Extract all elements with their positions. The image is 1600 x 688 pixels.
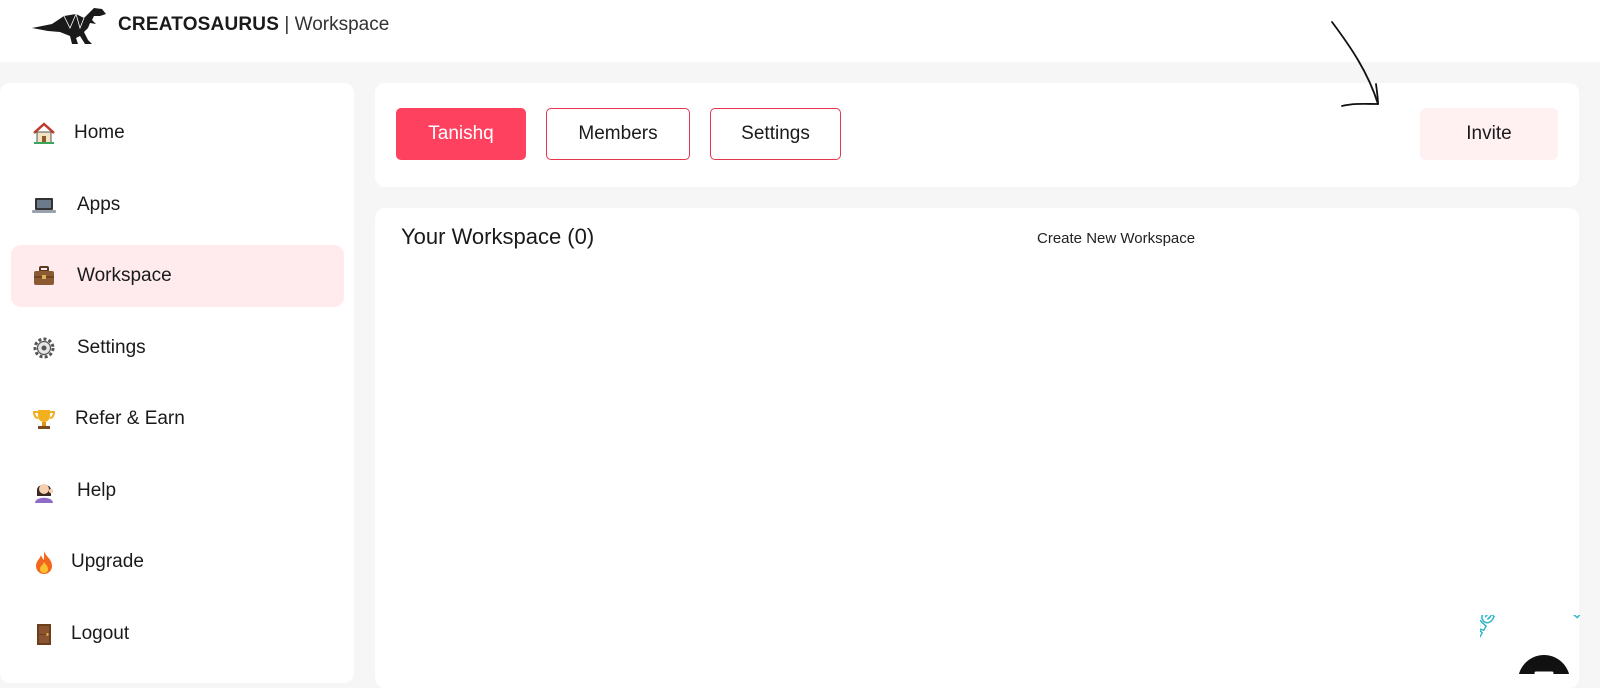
chat-help-badge[interactable]: We Are Here!: [1480, 615, 1600, 674]
sidebar-item-home[interactable]: Home: [11, 102, 344, 164]
sidebar-item-label: Home: [74, 122, 125, 143]
sidebar-item-settings[interactable]: Settings: [11, 317, 344, 379]
fire-icon: [36, 551, 52, 574]
sidebar-item-label: Help: [77, 480, 117, 501]
sidebar-item-refer-earn[interactable]: Refer & Earn: [11, 388, 344, 450]
tab-settings[interactable]: Settings: [710, 108, 841, 160]
sidebar-item-label: Settings: [77, 337, 146, 358]
create-new-workspace-link[interactable]: Create New Workspace: [1037, 230, 1195, 248]
sidebar: Home Apps Workspace Settings Refer & Ear…: [0, 83, 354, 683]
workspace-count-heading: Your Workspace (0): [401, 224, 595, 249]
sidebar-item-logout[interactable]: Logout: [11, 603, 344, 665]
chat-bubble-icon: We Are Here!: [1480, 615, 1590, 674]
door-icon: [37, 624, 51, 645]
tab-members[interactable]: Members: [546, 108, 690, 160]
brand-section: Workspace: [294, 14, 390, 35]
sidebar-item-label: Apps: [77, 194, 121, 215]
help-badge-text: We Are Here!: [1480, 615, 1590, 642]
brand-name: CREATOSAURUS: [118, 14, 280, 35]
person-tipping-hand-icon: [35, 484, 54, 503]
dinosaur-logo-icon[interactable]: [30, 6, 108, 46]
sidebar-item-help[interactable]: Help: [11, 460, 344, 522]
laptop-icon: [32, 198, 56, 213]
brand-separator: |: [284, 14, 290, 35]
sidebar-item-upgrade[interactable]: Upgrade: [11, 531, 344, 593]
briefcase-icon: [34, 266, 54, 285]
invite-button[interactable]: Invite: [1420, 108, 1558, 160]
sidebar-item-workspace[interactable]: Workspace: [11, 245, 344, 307]
gear-icon: [33, 337, 55, 359]
trophy-icon: [32, 410, 56, 429]
workspace-list-panel: Your Workspace (0) Create New Workspace: [375, 208, 1579, 688]
svg-text:We Are Here!: We Are Here!: [1480, 615, 1589, 641]
sidebar-item-label: Refer & Earn: [75, 408, 185, 429]
brand-title: CREATOSAURUS | Workspace: [118, 14, 389, 36]
tab-workspace-name[interactable]: Tanishq: [396, 108, 526, 160]
sidebar-item-label: Upgrade: [71, 551, 144, 572]
sidebar-item-apps[interactable]: Apps: [11, 174, 344, 236]
sidebar-item-label: Logout: [71, 623, 130, 644]
house-icon: [33, 122, 55, 144]
annotation-arrow-icon: [1331, 21, 1379, 107]
sidebar-item-label: Workspace: [77, 265, 172, 286]
